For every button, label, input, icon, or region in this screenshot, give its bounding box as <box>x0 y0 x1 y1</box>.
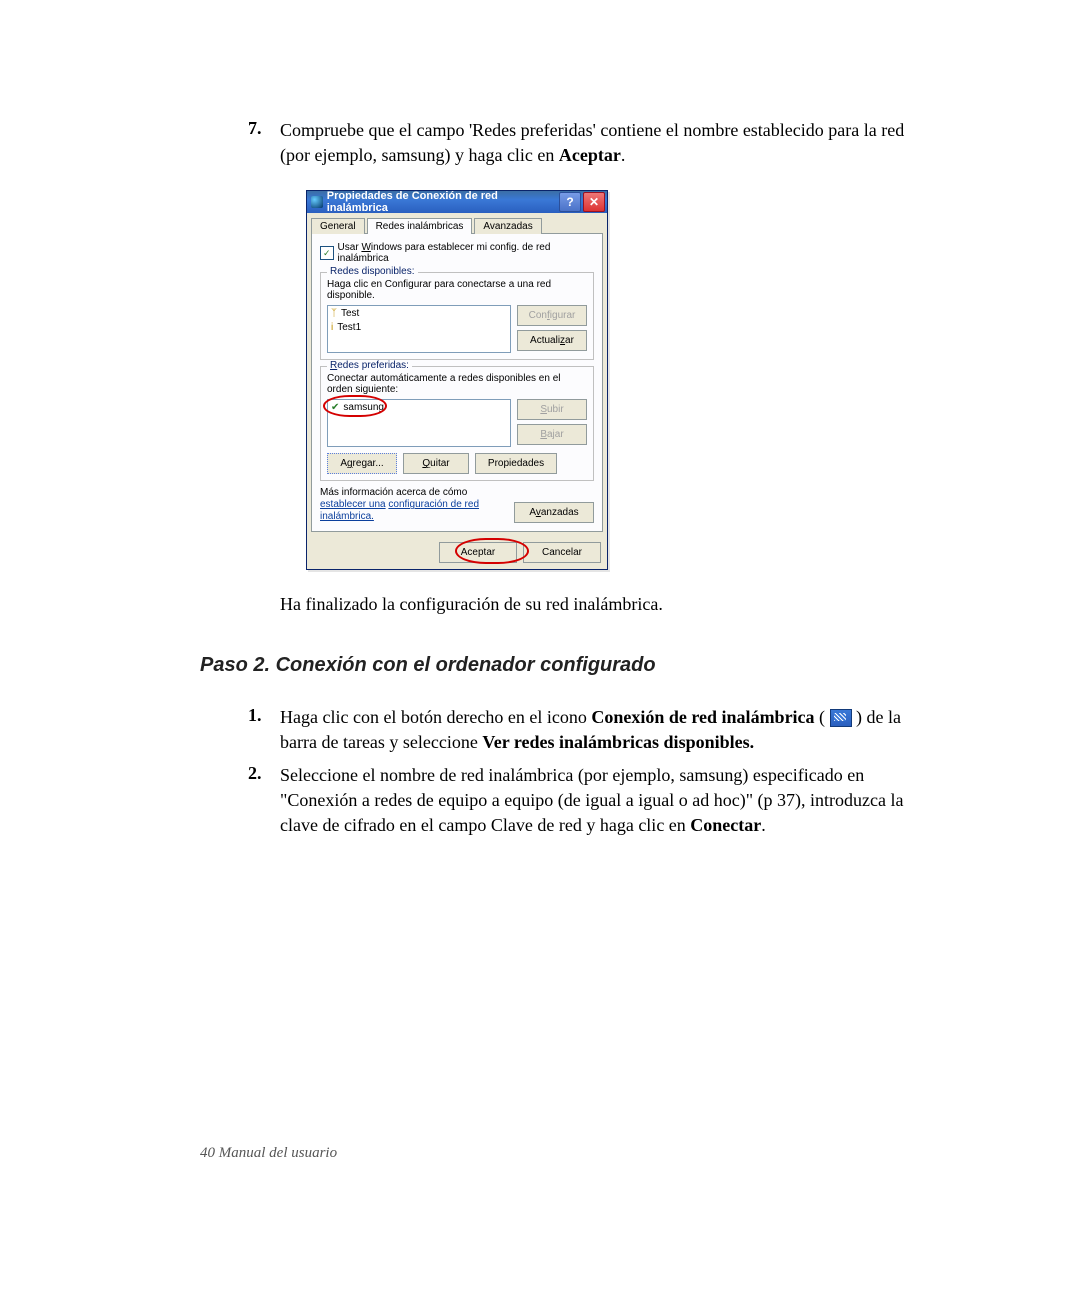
step-7-bold: Aceptar <box>559 145 621 165</box>
dialog-title-text: Propiedades de Conexión de red inalámbri… <box>327 190 557 214</box>
checkbox-icon: ✓ <box>320 246 334 260</box>
t-bold: Conectar <box>690 815 761 835</box>
available-networks-group: Redes disponibles: Haga clic en Configur… <box>320 272 594 360</box>
btn-label: Subir <box>540 404 563 415</box>
step-7-text: Compruebe que el campo 'Redes preferidas… <box>280 118 920 168</box>
step-7-number: 7. <box>248 118 280 139</box>
pre: Con <box>529 310 547 321</box>
available-networks-legend: Redes disponibles: <box>327 266 418 277</box>
antenna-icon: i <box>331 321 333 335</box>
btn-label: Actualizar <box>530 335 574 346</box>
preferred-networks-legend: Redes preferidas: <box>327 360 412 371</box>
step-2-list: 1. Haga clic con el botón derecho en el … <box>248 705 920 839</box>
list-item[interactable]: ✔ samsung <box>329 401 509 415</box>
btn-label: Avanzadas <box>529 507 578 518</box>
info-row: Más información acerca de cómo establece… <box>320 487 594 523</box>
dialog-figure: Propiedades de Conexión de red inalámbri… <box>306 190 920 570</box>
wireless-tray-icon <box>830 709 852 727</box>
properties-button[interactable]: Propiedades <box>475 453 557 474</box>
item-number: 2. <box>248 763 280 784</box>
info-link[interactable]: establecer una <box>320 499 386 510</box>
remove-button[interactable]: Quitar <box>403 453 469 474</box>
titlebar-close-button[interactable]: ✕ <box>583 192 605 212</box>
btn-label: Cancelar <box>542 547 582 558</box>
dialog-tabs: General Redes inalámbricas Avanzadas <box>307 213 607 233</box>
cancel-button[interactable]: Cancelar <box>523 542 601 563</box>
page-footer: 40 Manual del usuario <box>200 1145 337 1162</box>
step-7-after: . <box>621 145 626 165</box>
dialog-footer: Aceptar Cancelar <box>307 536 607 569</box>
close-icon: ✕ <box>589 195 599 209</box>
ok-button[interactable]: Aceptar <box>439 542 517 563</box>
info-pre: Más información acerca de cómo <box>320 487 467 498</box>
btn-label: Quitar <box>422 458 449 469</box>
preferred-networks-desc: Conectar automáticamente a redes disponi… <box>327 373 587 395</box>
dialog-title: Propiedades de Conexión de red inalámbri… <box>311 190 557 214</box>
info-text: Más información acerca de cómo establece… <box>320 487 506 523</box>
available-networks-desc: Haga clic en Configurar para conectarse … <box>327 279 587 301</box>
item-body: Seleccione el nombre de red inalámbrica … <box>280 763 920 839</box>
wireless-icon <box>311 196 323 208</box>
item-body: Haga clic con el botón derecho en el ico… <box>280 705 920 755</box>
list-item-2: 2. Seleccione el nombre de red inalámbri… <box>248 763 920 839</box>
page-content: 7. Compruebe que el campo 'Redes preferi… <box>200 118 920 847</box>
titlebar-help-button[interactable]: ? <box>559 192 581 212</box>
wireless-properties-dialog: Propiedades de Conexión de red inalámbri… <box>306 190 608 570</box>
btn-label: Bajar <box>540 429 563 440</box>
t: Haga clic con el botón derecho en el ico… <box>280 707 591 727</box>
move-up-button[interactable]: Subir <box>517 399 587 420</box>
use-windows-label: Usar Windows para establecer mi config. … <box>338 242 594 264</box>
preferred-networks-group: Redes preferidas: Conectar automáticamen… <box>320 366 594 481</box>
post: igurar <box>550 310 576 321</box>
available-networks-list[interactable]: ᛉ Test i Test1 <box>327 305 511 353</box>
step-7: 7. Compruebe que el campo 'Redes preferi… <box>248 118 920 168</box>
network-icon: ✔ <box>331 401 339 415</box>
move-down-button[interactable]: Bajar <box>517 424 587 445</box>
t: . <box>761 815 766 835</box>
list-item-1: 1. Haga clic con el botón derecho en el … <box>248 705 920 755</box>
list-item-label: Test <box>341 307 359 321</box>
item-number: 1. <box>248 705 280 726</box>
configure-button[interactable]: Configurar <box>517 305 587 326</box>
list-item[interactable]: ᛉ Test <box>329 307 509 321</box>
use-windows-checkbox-row[interactable]: ✓ Usar Windows para establecer mi config… <box>320 242 594 264</box>
tab-wireless[interactable]: Redes inalámbricas <box>367 218 473 234</box>
add-button[interactable]: Agregar... <box>327 453 397 474</box>
help-icon: ? <box>566 195 573 209</box>
antenna-icon: ᛉ <box>331 307 337 321</box>
list-item-label: samsung <box>343 401 384 415</box>
tab-panel-wireless: ✓ Usar Windows para establecer mi config… <box>311 233 603 532</box>
tab-advanced[interactable]: Avanzadas <box>474 218 541 234</box>
refresh-button[interactable]: Actualizar <box>517 330 587 351</box>
btn-label: Agregar... <box>340 458 383 469</box>
btn-label: Configurar <box>529 310 576 321</box>
t: ( <box>815 707 830 727</box>
use-windows-underline: W <box>361 242 370 253</box>
use-windows-label-pre: Usar <box>338 242 362 253</box>
after-dialog-text: Ha finalizado la configuración de su red… <box>280 592 920 617</box>
list-item[interactable]: i Test1 <box>329 321 509 335</box>
btn-label: Aceptar <box>461 547 495 558</box>
preferred-networks-list[interactable]: ✔ samsung <box>327 399 511 447</box>
dialog-titlebar[interactable]: Propiedades de Conexión de red inalámbri… <box>307 191 607 213</box>
advanced-button[interactable]: Avanzadas <box>514 502 594 523</box>
t: Seleccione el nombre de red inalámbrica … <box>280 765 904 835</box>
t-bold: Ver redes inalámbricas disponibles. <box>482 732 754 752</box>
list-item-label: Test1 <box>337 321 361 335</box>
t-bold: Conexión de red inalámbrica <box>591 707 814 727</box>
tab-general[interactable]: General <box>311 218 365 234</box>
btn-label: Propiedades <box>488 458 544 469</box>
section-heading: Paso 2. Conexión con el ordenador config… <box>200 654 920 677</box>
